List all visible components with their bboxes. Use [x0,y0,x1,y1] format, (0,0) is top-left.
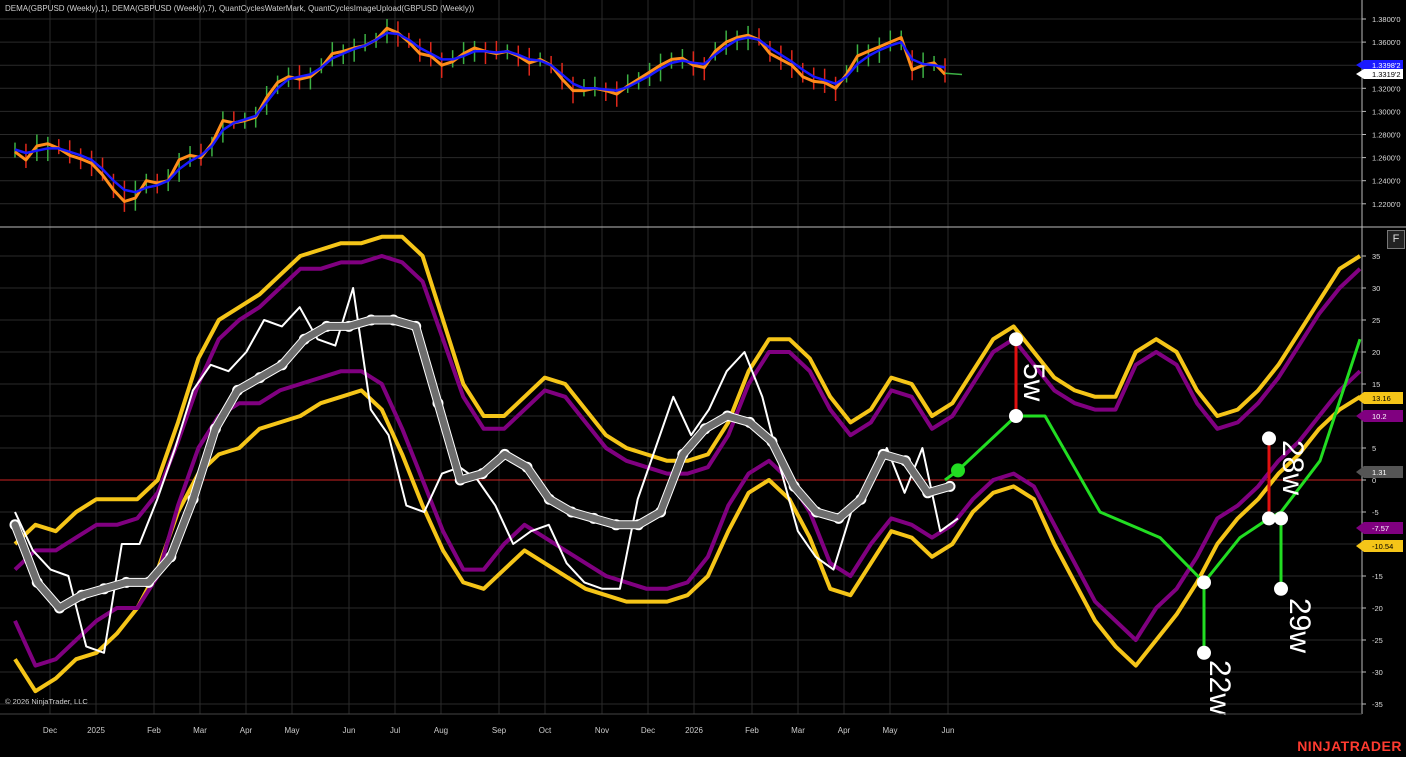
price-tick-label: 1.2800'0 [1372,131,1401,140]
osc-tick-label: -5 [1372,508,1379,517]
x-tick-label: Dec [641,726,655,735]
osc-tick-label: 20 [1372,348,1380,357]
osc-value-label: 10.2 [1372,412,1387,421]
x-tick-label: 2025 [87,726,105,735]
x-tick-label: Jun [343,726,356,735]
projection-start-dot [951,463,965,478]
x-tick-label: Apr [838,726,851,735]
osc-tick-label: -15 [1372,572,1383,581]
cycle-marker-dot [1262,431,1276,446]
cycle-marker-dot [1009,409,1023,423]
ninjatrader-logo: NINJATRADER [1297,738,1402,754]
f-button[interactable]: F [1387,230,1405,249]
osc-value-label: -7.57 [1372,524,1389,533]
lower-inner-band [13,369,1362,668]
price-last-label: 1.3319'2 [1372,70,1401,79]
price-tick-label: 1.3800'0 [1372,15,1401,24]
x-tick-label: Apr [240,726,253,735]
x-tick-label: 2026 [685,726,703,735]
x-tick-label: Jul [390,726,400,735]
price-panel[interactable] [14,19,963,212]
smoothed-line [11,316,954,612]
x-tick-label: May [284,726,299,735]
x-tick-label: Oct [539,726,552,735]
x-tick-label: Jun [942,726,955,735]
upper-inner-band [13,254,1362,572]
price-tick-label: 1.2600'0 [1372,154,1401,163]
osc-value-label: 1.31 [1372,468,1387,477]
x-tick-label: Dec [43,726,57,735]
x-tick-label: Feb [147,726,161,735]
osc-tick-label: -35 [1372,700,1383,709]
osc-tick-label: 35 [1372,252,1380,261]
osc-tick-label: -25 [1372,636,1383,645]
cycle-marker-dot [1197,645,1211,660]
x-tick-label: May [882,726,897,735]
smoothed-outline [10,315,955,613]
cycle-marker-dot [1009,332,1023,347]
price-tick-label: 1.3200'0 [1372,84,1401,93]
x-tick-label: Mar [791,726,805,735]
osc-tick-label: 25 [1372,316,1380,325]
price-tick-label: 1.2400'0 [1372,177,1401,186]
osc-tick-label: 15 [1372,380,1380,389]
cycle-marker-dot [1274,581,1288,596]
osc-tick-label: -30 [1372,668,1383,677]
x-tick-label: Nov [595,726,609,735]
cycle-label: 29w [1283,598,1316,653]
axes: Dec 2025 Feb Mar Apr May Jun Jul Aug Sep Oct Nov Dec… [0,0,1406,735]
price-tick-label: 1.2200'0 [1372,200,1401,209]
osc-tick-label: 30 [1372,284,1380,293]
cycles-panel[interactable]: 5w 22w 28w 29w [9,234,1362,716]
price-last-label: 1.3398'2 [1372,61,1401,70]
price-tick-label: 1.3000'0 [1372,107,1401,116]
osc-value-label: 13.16 [1372,394,1391,403]
copyright-text: © 2026 NinjaTrader, LLC [5,697,88,706]
osc-value-label: -10.54 [1372,542,1393,551]
x-tick-label: Sep [492,726,507,735]
chart-canvas[interactable]: 5w22w28w29w Dec 2025 Feb Mar Apr May Jun Jul Aug… [0,0,1406,757]
x-tick-label: Aug [434,726,448,735]
x-tick-label: Mar [193,726,207,735]
x-tick-label: Feb [745,726,759,735]
price-tick-label: 1.3600'0 [1372,38,1401,47]
cycle-marker-dot [1197,575,1211,590]
cycle-label: 28w [1276,440,1309,495]
cycle-label: 5w [1017,363,1050,402]
cycle-marker-dot [1274,511,1288,526]
upper-outer-band [13,234,1362,546]
indicator-title: DEMA(GBPUSD (Weekly),1), DEMA(GBPUSD (We… [5,4,475,13]
osc-tick-label: 5 [1372,444,1376,453]
cycle-marker-dot [1262,511,1276,526]
osc-tick-label: -20 [1372,604,1383,613]
cycle-label: 22w [1203,660,1236,715]
